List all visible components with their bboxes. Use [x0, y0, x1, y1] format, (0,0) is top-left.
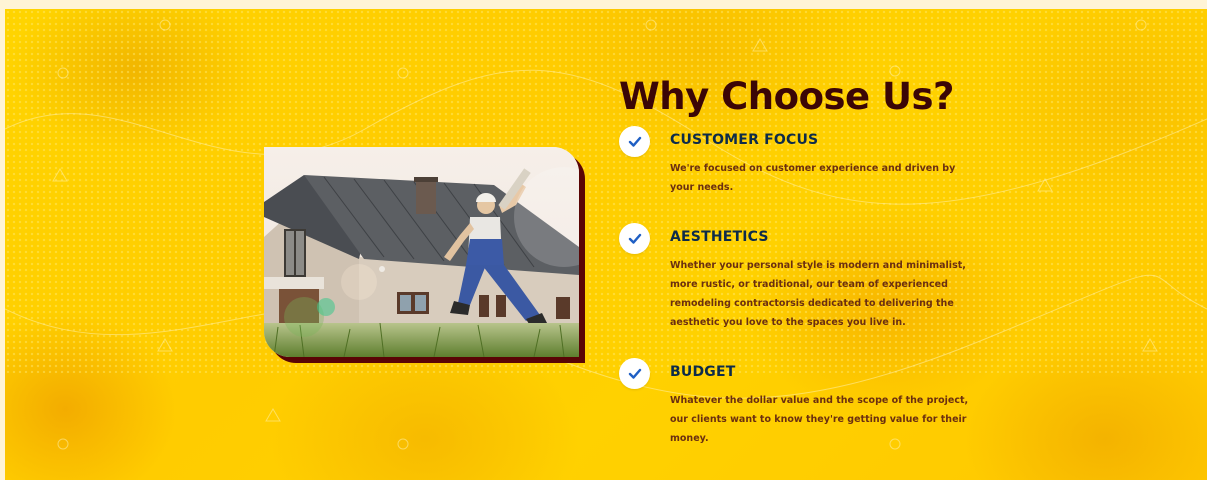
why-choose-us-section: Why Choose Us? CUSTOMER FOCUS We're focu…: [5, 9, 1207, 480]
house-photo: [264, 147, 579, 357]
feature-description: Whether your personal style is modern an…: [670, 260, 966, 328]
check-icon: [619, 358, 650, 389]
decorative-outline-shapes: [5, 19, 1207, 450]
feature-title: AESTHETICS: [670, 229, 769, 245]
feature-description: We're focused on customer experience and…: [670, 163, 956, 193]
house-photo-frame: [264, 147, 585, 363]
check-icon: [619, 126, 650, 157]
house-worker-illustration: [264, 147, 579, 357]
why-choose-us-content: Why Choose Us? CUSTOMER FOCUS We're focu…: [619, 75, 979, 444]
feature-title: CUSTOMER FOCUS: [670, 132, 819, 148]
feature-title: BUDGET: [670, 364, 736, 380]
check-icon: [619, 223, 650, 254]
feature-description: Whatever the dollar value and the scope …: [670, 395, 969, 444]
section-heading: Why Choose Us?: [619, 75, 955, 118]
